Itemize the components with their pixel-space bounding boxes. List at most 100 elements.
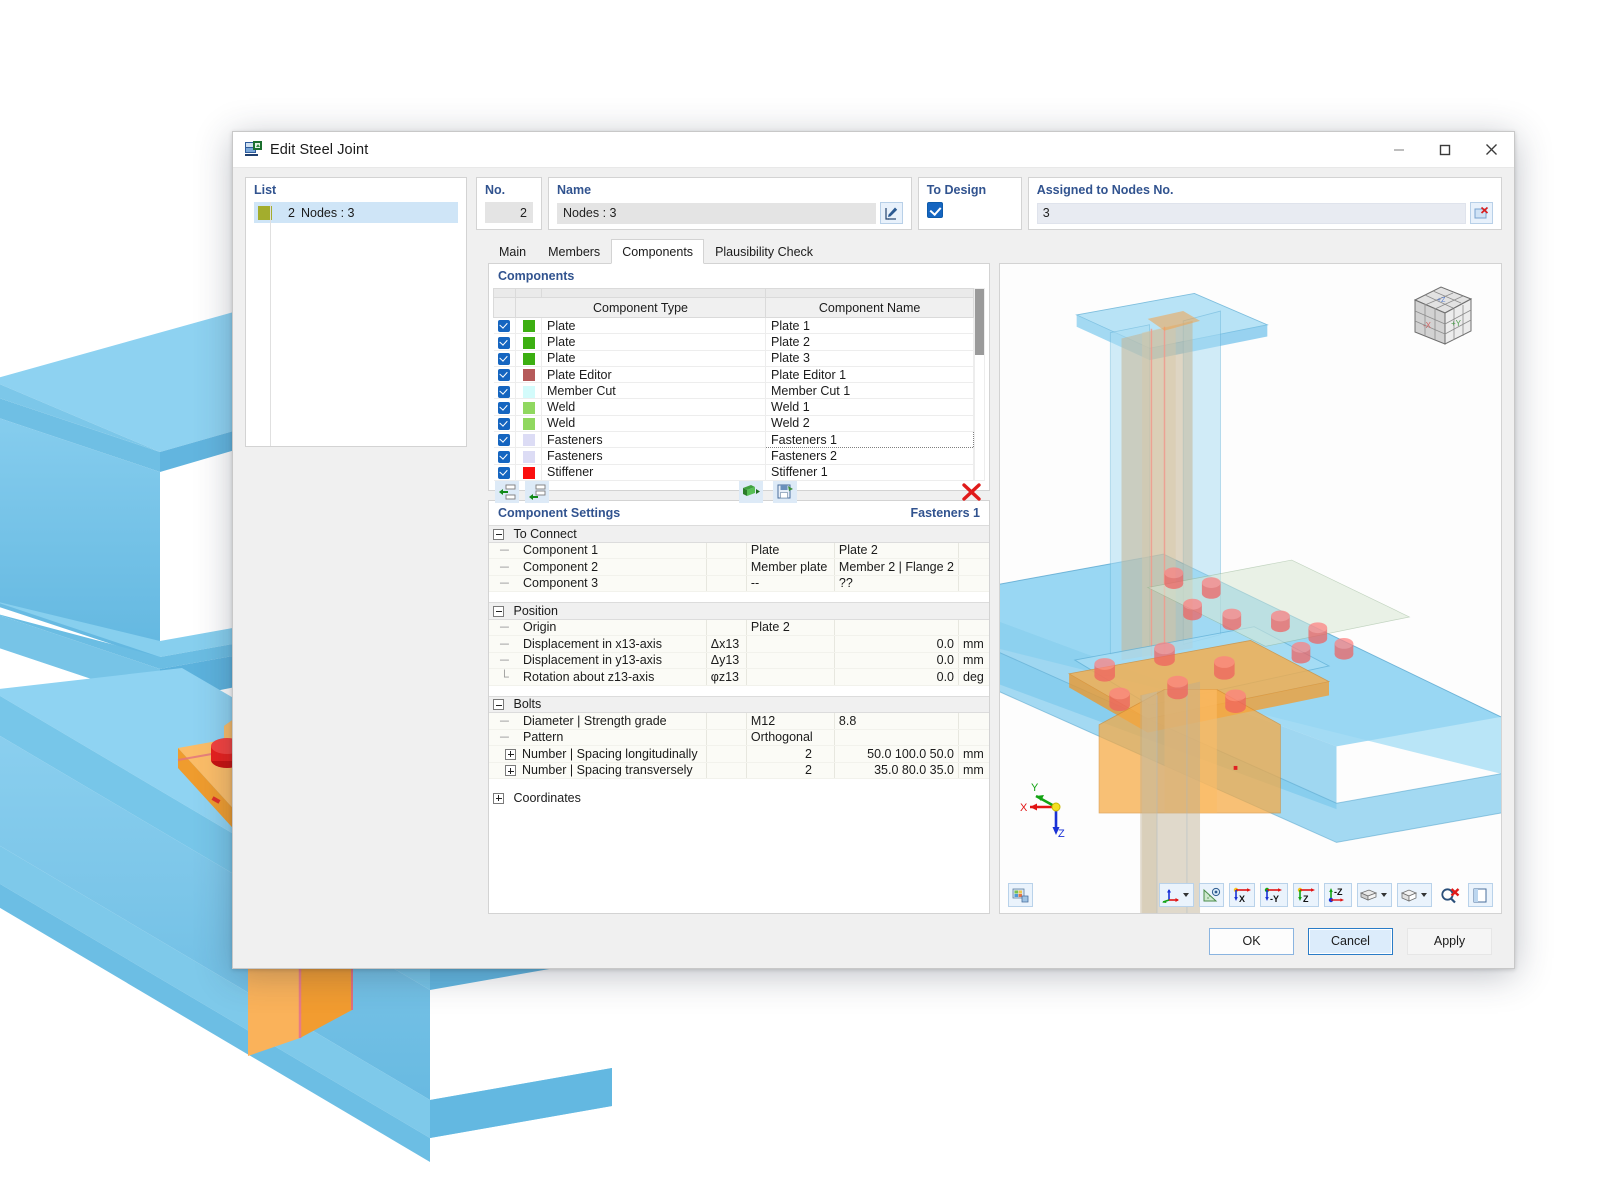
delete-component-icon[interactable] [959, 481, 983, 503]
settings-row[interactable]: ─ Displacement in x13-axis Δx13 0.0 mm [489, 635, 989, 653]
row-checkbox[interactable] [493, 398, 516, 416]
expand-icon[interactable] [505, 748, 516, 760]
row-component-name[interactable]: Member Cut 1 [765, 382, 975, 400]
view-in-x-icon[interactable]: X [1229, 883, 1255, 907]
row-checkbox[interactable] [493, 317, 516, 335]
minimize-button[interactable] [1376, 132, 1422, 168]
row-checkbox[interactable] [493, 415, 516, 433]
view-in-neg-z-icon[interactable]: -Z [1324, 883, 1352, 907]
settings-row-value1[interactable]: M12 [745, 712, 835, 730]
settings-row[interactable]: Number | Spacing transversely 2 35.0 80.… [489, 762, 989, 779]
view-in-neg-y-icon[interactable]: -Y [1260, 883, 1288, 907]
settings-group-bolts[interactable]: Bolts [489, 695, 989, 713]
settings-row[interactable]: ─ Pattern Orthogonal [489, 729, 989, 746]
table-row[interactable]: Member Cut Member Cut 1 [493, 382, 975, 400]
3d-viewport[interactable]: -X +Y +Z X Y Z X -Y Z -Z [999, 263, 1502, 914]
row-component-name[interactable]: Weld 2 [765, 415, 975, 433]
settings-row[interactable]: ─ Displacement in y13-axis Δy13 0.0 mm [489, 652, 989, 669]
pencil-edit-icon[interactable] [879, 202, 903, 224]
insert-component-before-icon[interactable] [495, 480, 519, 503]
settings-row-value1[interactable]: 2 [745, 762, 835, 779]
settings-row[interactable]: ─ Component 3 -- ?? [489, 575, 989, 592]
settings-row-value2[interactable]: Member 2 | Flange 2 [833, 558, 959, 576]
row-checkbox[interactable] [493, 431, 516, 449]
settings-row-value1[interactable] [745, 652, 835, 669]
render-mode-icon[interactable] [1008, 883, 1033, 907]
chevron-down-icon[interactable] [1183, 893, 1189, 897]
row-component-name[interactable]: Weld 1 [765, 398, 975, 416]
settings-row-value1[interactable]: Orthogonal [745, 729, 835, 746]
settings-row-value2[interactable] [833, 619, 959, 636]
zoom-reset-icon[interactable] [1437, 883, 1463, 907]
components-table-scrollbar[interactable] [974, 288, 985, 481]
tab-main[interactable]: Main [488, 239, 537, 264]
row-component-name[interactable]: Plate 3 [765, 350, 975, 367]
ok-button[interactable]: OK [1209, 927, 1294, 955]
panel-toggle-icon[interactable] [1468, 883, 1493, 907]
settings-row[interactable]: ─ Component 1 Plate Plate 2 [489, 542, 989, 559]
row-component-name[interactable]: Plate Editor 1 [765, 366, 975, 384]
row-checkbox[interactable] [493, 350, 516, 367]
row-checkbox[interactable] [493, 447, 516, 465]
settings-row-value2[interactable]: 0.0 [833, 668, 959, 686]
table-row-selected[interactable]: Fasteners Fasteners 1 [493, 431, 975, 449]
table-row[interactable]: Weld Weld 2 [493, 415, 975, 433]
coordinate-system-icon[interactable] [1159, 883, 1194, 907]
row-component-name-editing[interactable]: Fasteners 1 [764, 431, 975, 449]
table-row[interactable]: Fasteners Fasteners 2 [493, 447, 975, 465]
table-row[interactable]: Weld Weld 1 [493, 398, 975, 416]
settings-group-to-connect[interactable]: To Connect [489, 525, 989, 543]
list-item[interactable]: 2 Nodes : 3 [254, 202, 458, 223]
settings-row-value2[interactable]: 50.0 100.0 50.0 [833, 745, 959, 763]
settings-row[interactable]: └ Rotation about z13-axis φz13 0.0 deg [489, 668, 989, 686]
settings-row-value2[interactable]: 8.8 [833, 712, 959, 730]
row-component-name[interactable]: Plate 1 [765, 317, 975, 335]
navigation-cube[interactable]: -X +Y +Z [1401, 280, 1479, 354]
collapse-icon[interactable] [493, 605, 504, 617]
table-row[interactable]: Stiffener Stiffener 1 [493, 464, 975, 481]
row-component-name[interactable]: Fasteners 2 [765, 447, 975, 465]
save-component-icon[interactable] [773, 480, 797, 503]
settings-row-value1[interactable]: Plate [745, 542, 835, 559]
settings-row-value1[interactable] [745, 668, 835, 686]
chevron-down-icon[interactable] [1421, 893, 1427, 897]
import-component-icon[interactable] [739, 480, 763, 503]
insert-component-after-icon[interactable] [525, 480, 549, 503]
settings-row-value1[interactable]: Member plate [745, 558, 835, 576]
table-row[interactable]: Plate Plate 1 [493, 317, 975, 335]
cancel-button[interactable]: Cancel [1308, 927, 1393, 955]
row-checkbox[interactable] [493, 366, 516, 384]
settings-row-value2[interactable]: 0.0 [833, 652, 959, 669]
row-checkbox[interactable] [493, 333, 516, 351]
pick-nodes-icon[interactable] [1470, 202, 1493, 224]
row-checkbox[interactable] [493, 464, 516, 481]
scrollbar-thumb[interactable] [975, 289, 985, 355]
tab-members[interactable]: Members [537, 239, 611, 264]
maximize-button[interactable] [1422, 132, 1468, 168]
settings-row-value2[interactable]: ?? [833, 575, 959, 592]
settings-row[interactable]: ─ Origin Plate 2 [489, 619, 989, 636]
close-button[interactable] [1468, 132, 1514, 168]
tab-plausibility-check[interactable]: Plausibility Check [704, 239, 824, 264]
settings-row-value2[interactable]: 0.0 [833, 635, 959, 653]
settings-row[interactable]: ─ Diameter | Strength grade M12 8.8 [489, 712, 989, 730]
settings-row-value1[interactable] [745, 635, 835, 653]
chevron-down-icon[interactable] [1381, 893, 1387, 897]
settings-row-value2[interactable] [833, 729, 959, 746]
settings-group-position[interactable]: Position [489, 602, 989, 620]
apply-button[interactable]: Apply [1407, 927, 1492, 955]
tab-components[interactable]: Components [611, 239, 705, 264]
settings-row-value1[interactable]: 2 [745, 745, 835, 763]
display-mode-icon[interactable] [1357, 883, 1392, 907]
expand-icon[interactable] [493, 792, 504, 804]
measure-icon[interactable] [1199, 883, 1224, 907]
table-row[interactable]: Plate Plate 3 [493, 350, 975, 367]
settings-row[interactable]: Number | Spacing longitudinally 2 50.0 1… [489, 745, 989, 763]
settings-row-value1[interactable]: -- [745, 575, 835, 592]
name-input[interactable]: Nodes : 3 [557, 202, 876, 224]
components-col-type[interactable]: Component Type [515, 297, 766, 318]
row-checkbox[interactable] [493, 382, 516, 400]
row-component-name[interactable]: Plate 2 [765, 333, 975, 351]
table-row[interactable]: Plate Editor Plate Editor 1 [493, 366, 975, 384]
view-in-z-icon[interactable]: Z [1293, 883, 1319, 907]
